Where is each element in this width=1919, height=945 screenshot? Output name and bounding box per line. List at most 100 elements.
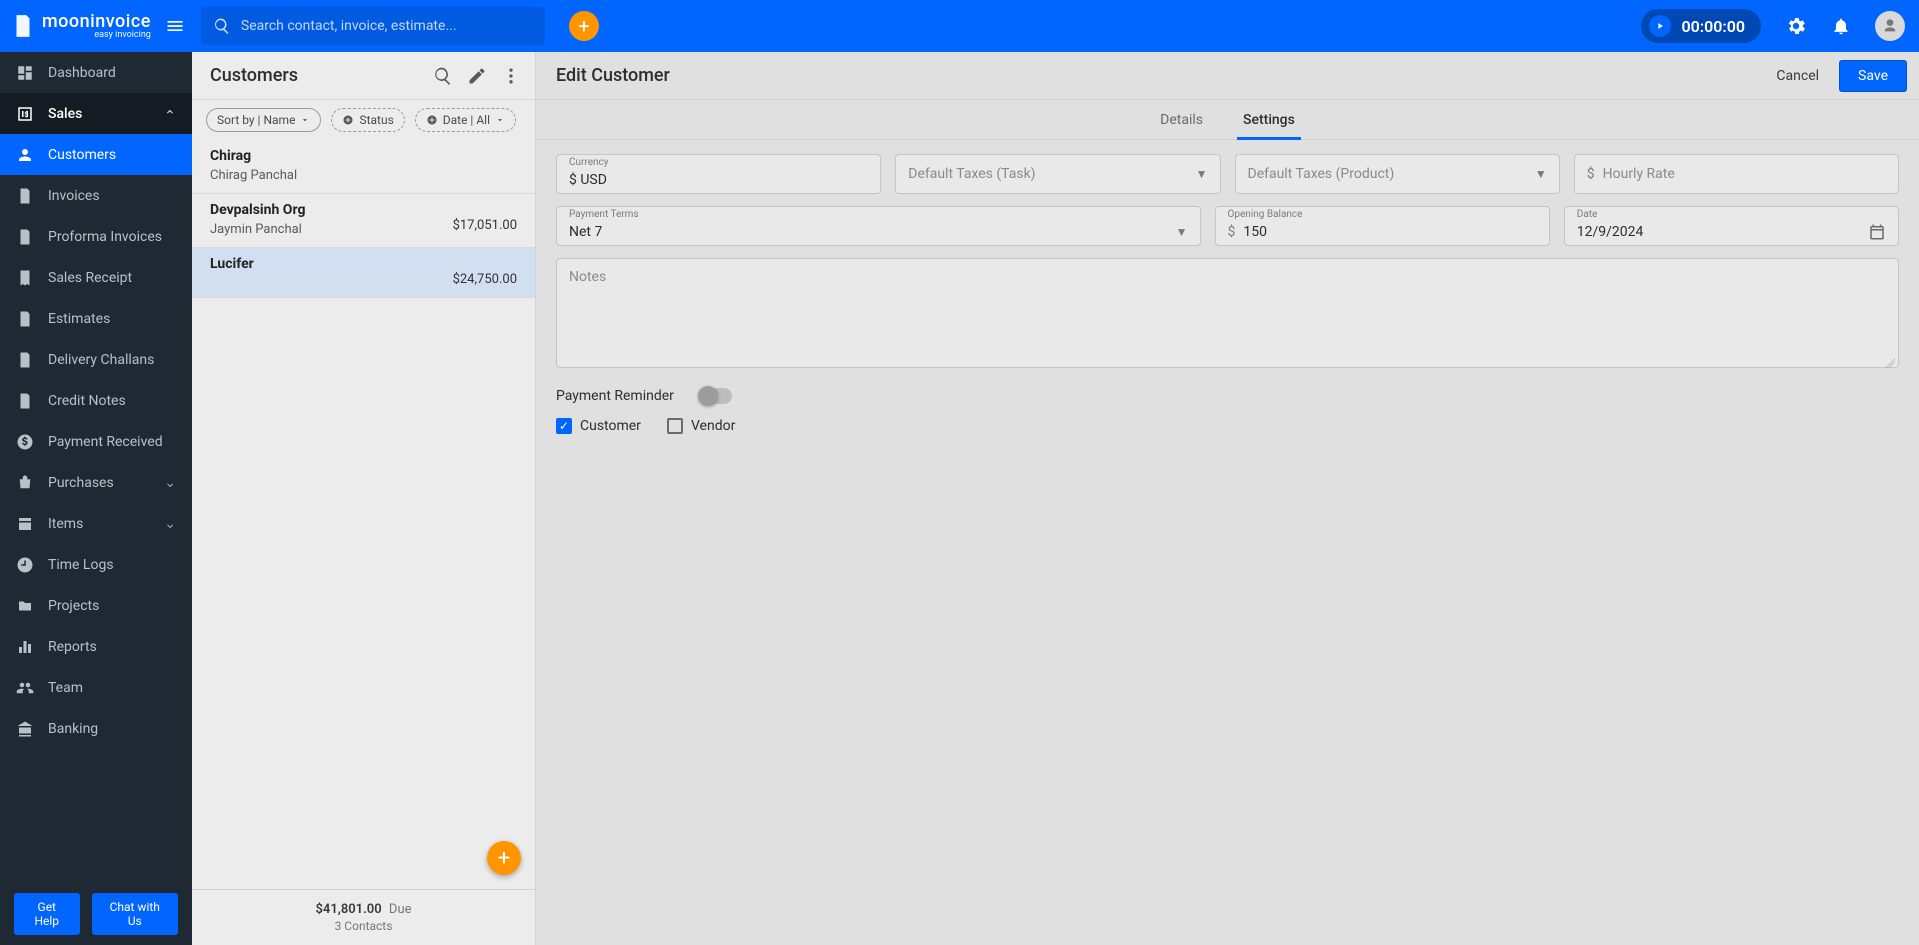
sidebar-item-items[interactable]: Items⌄ — [0, 503, 192, 544]
date-field[interactable]: Date 12/9/2024 — [1564, 206, 1899, 246]
nav-icon — [16, 351, 34, 369]
chat-with-us-button[interactable]: Chat with Us — [92, 893, 179, 935]
filter-row: Sort by | Name Status Date | All — [192, 100, 535, 140]
tab-details[interactable]: Details — [1160, 100, 1203, 139]
sidebar-item-estimates[interactable]: Estimates — [0, 298, 192, 339]
nav-icon — [16, 597, 34, 615]
customer-checkbox[interactable]: ✓ Customer — [556, 418, 641, 434]
nav-icon — [16, 310, 34, 328]
sidebar-item-team[interactable]: Team — [0, 667, 192, 708]
chevron-down-icon: ⌄ — [164, 475, 176, 491]
svg-text:$: $ — [24, 110, 28, 119]
more-icon[interactable] — [501, 66, 521, 86]
date-chip[interactable]: Date | All — [415, 108, 516, 132]
tab-settings[interactable]: Settings — [1243, 100, 1295, 139]
customer-list-item[interactable]: ChiragChirag Panchal — [192, 140, 535, 194]
detail-panel: Edit Customer Cancel Save Details Settin… — [536, 52, 1919, 945]
top-bar: mooninvoice easy invoicing + 00:00:00 — [0, 0, 1919, 52]
hourly-rate-field[interactable]: $ Hourly Rate — [1574, 154, 1899, 194]
customer-subtitle: Chirag Panchal — [210, 168, 297, 183]
timer-widget[interactable]: 00:00:00 — [1641, 9, 1761, 43]
customer-amount: $17,051.00 — [453, 218, 517, 237]
chevron-down-icon: ▼ — [1196, 167, 1208, 181]
customer-name: Devpalsinh Org — [210, 202, 305, 218]
menu-toggle-icon[interactable] — [165, 16, 185, 36]
sidebar-item-sales[interactable]: $Sales⌄ — [0, 93, 192, 134]
global-search[interactable] — [201, 7, 545, 45]
nav-icon — [16, 269, 34, 287]
sidebar-item-label: Banking — [48, 721, 98, 737]
sidebar-item-dashboard[interactable]: Dashboard — [0, 52, 192, 93]
vendor-checkbox[interactable]: Vendor — [667, 418, 735, 434]
customer-list-item[interactable]: Lucifer$24,750.00 — [192, 248, 535, 298]
sidebar-item-label: Payment Received — [48, 434, 163, 450]
search-icon[interactable] — [433, 66, 453, 86]
opening-balance-field[interactable]: Opening Balance $ — [1215, 206, 1550, 246]
customer-name: Lucifer — [210, 256, 254, 272]
timer-value: 00:00:00 — [1681, 17, 1745, 36]
sidebar-item-credit-notes[interactable]: Credit Notes — [0, 380, 192, 421]
sidebar-item-label: Invoices — [48, 188, 100, 204]
sidebar-item-customers[interactable]: Customers — [0, 134, 192, 175]
cancel-button[interactable]: Cancel — [1762, 60, 1833, 92]
sidebar-item-label: Estimates — [48, 311, 110, 327]
quick-add-button[interactable]: + — [569, 11, 599, 41]
customers-column: Customers Sort by | Name Status Da — [192, 52, 536, 945]
play-icon — [1649, 15, 1671, 37]
sidebar-item-purchases[interactable]: Purchases ⌄ — [0, 462, 192, 503]
sidebar-item-banking[interactable]: Banking — [0, 708, 192, 749]
nav-icon — [16, 679, 34, 697]
checkbox-icon — [667, 418, 683, 434]
nav-icon — [16, 556, 34, 574]
nav-icon: $ — [16, 105, 34, 123]
opening-balance-input[interactable] — [1243, 224, 1536, 240]
customer-list: ChiragChirag PanchalDevpalsinh OrgJaymin… — [192, 140, 535, 889]
payment-reminder-toggle[interactable] — [698, 388, 732, 404]
nav-icon — [16, 187, 34, 205]
sidebar-item-payment-received[interactable]: Payment Received — [0, 421, 192, 462]
taxes-task-field[interactable]: Default Taxes (Task) ▼ — [895, 154, 1220, 194]
sidebar-item-label: Credit Notes — [48, 393, 126, 409]
currency-field[interactable]: Currency $ USD — [556, 154, 881, 194]
sidebar-item-sales-receipt[interactable]: Sales Receipt — [0, 257, 192, 298]
payment-reminder-label: Payment Reminder — [556, 388, 674, 404]
detail-header: Edit Customer Cancel Save — [536, 52, 1919, 100]
sort-chip[interactable]: Sort by | Name — [206, 108, 321, 132]
nav-icon — [16, 515, 34, 533]
get-help-button[interactable]: Get Help — [14, 893, 80, 935]
save-button[interactable]: Save — [1839, 60, 1907, 92]
edit-icon[interactable] — [467, 66, 487, 86]
sidebar-item-invoices[interactable]: Invoices — [0, 175, 192, 216]
sidebar-item-label: Items — [48, 516, 83, 532]
checkbox-icon: ✓ — [556, 418, 572, 434]
sidebar: Dashboard $Sales⌄Customers Invoices Proform… — [0, 52, 192, 945]
sidebar-item-projects[interactable]: Projects — [0, 585, 192, 626]
nav-icon — [16, 474, 34, 492]
sidebar-item-time-logs[interactable]: Time Logs — [0, 544, 192, 585]
customer-list-item[interactable]: Devpalsinh OrgJaymin Panchal$17,051.00 — [192, 194, 535, 248]
customers-footer: $41,801.00 Due 3 Contacts — [192, 889, 535, 945]
nav-icon — [16, 720, 34, 738]
add-customer-fab[interactable]: + — [487, 841, 521, 875]
detail-tabs: Details Settings — [536, 100, 1919, 140]
settings-icon[interactable] — [1785, 15, 1807, 37]
nav-icon — [16, 433, 34, 451]
calendar-icon[interactable] — [1868, 223, 1886, 241]
taxes-product-field[interactable]: Default Taxes (Product) ▼ — [1235, 154, 1560, 194]
notifications-icon[interactable] — [1831, 16, 1851, 36]
sidebar-item-delivery-challans[interactable]: Delivery Challans — [0, 339, 192, 380]
dollar-icon: $ — [1228, 224, 1236, 240]
sidebar-item-label: Purchases — [48, 475, 114, 491]
search-input[interactable] — [241, 18, 533, 34]
notes-textarea[interactable] — [556, 258, 1899, 368]
payment-terms-field[interactable]: Payment Terms Net 7 ▼ — [556, 206, 1201, 246]
sidebar-item-proforma-invoices[interactable]: Proforma Invoices — [0, 216, 192, 257]
user-avatar[interactable] — [1875, 11, 1905, 41]
nav-icon — [16, 64, 34, 82]
sidebar-item-label: Dashboard — [48, 65, 116, 81]
status-chip[interactable]: Status — [331, 108, 404, 132]
detail-title: Edit Customer — [556, 65, 1762, 86]
footer-total-suffix: Due — [389, 902, 412, 917]
logo[interactable]: mooninvoice easy invoicing — [10, 13, 151, 40]
sidebar-item-reports[interactable]: Reports — [0, 626, 192, 667]
